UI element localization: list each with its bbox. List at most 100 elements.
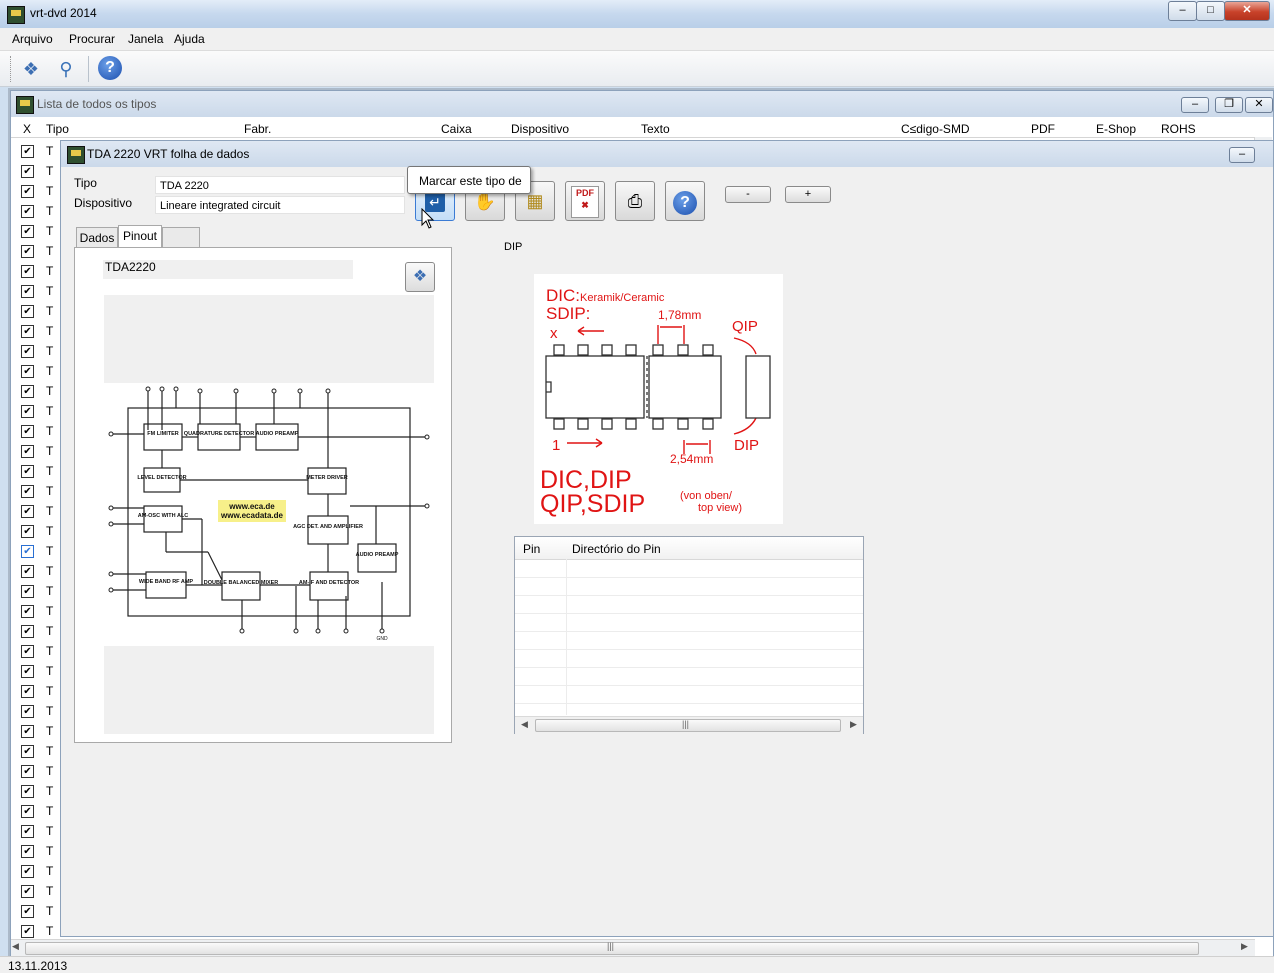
row-type-cell[interactable]: T: [46, 364, 53, 378]
tag-icon[interactable]: ❖: [18, 56, 44, 82]
row-type-cell[interactable]: T: [46, 604, 53, 618]
row-checkbox[interactable]: ✔: [21, 165, 34, 178]
menu-procurar[interactable]: Procurar: [69, 32, 115, 46]
tab-dados[interactable]: Dados: [76, 227, 118, 247]
row-type-cell[interactable]: T: [46, 284, 53, 298]
row-type-cell[interactable]: T: [46, 464, 53, 478]
row-type-cell[interactable]: T: [46, 624, 53, 638]
row-checkbox[interactable]: ✔: [21, 405, 34, 418]
row-checkbox[interactable]: ✔: [21, 565, 34, 578]
row-type-cell[interactable]: T: [46, 564, 53, 578]
row-type-cell[interactable]: T: [46, 884, 53, 898]
row-checkbox[interactable]: ✔: [21, 805, 34, 818]
row-type-cell[interactable]: T: [46, 544, 53, 558]
row-type-cell[interactable]: T: [46, 244, 53, 258]
datasheet-help-button[interactable]: ?: [665, 181, 705, 221]
row-checkbox[interactable]: ✔: [21, 245, 34, 258]
row-type-cell[interactable]: T: [46, 404, 53, 418]
row-checkbox[interactable]: ✔: [21, 145, 34, 158]
list-close-button[interactable]: ✕: [1245, 97, 1273, 113]
row-checkbox[interactable]: ✔: [21, 765, 34, 778]
row-type-cell[interactable]: T: [46, 784, 53, 798]
list-restore-button[interactable]: ❐: [1215, 97, 1243, 113]
row-checkbox[interactable]: ✔: [21, 225, 34, 238]
row-checkbox[interactable]: ✔: [21, 925, 34, 938]
row-type-cell[interactable]: T: [46, 524, 53, 538]
col-smd-code[interactable]: C≤digo-SMD: [901, 122, 970, 136]
row-type-cell[interactable]: T: [46, 344, 53, 358]
zoom-out-button[interactable]: -: [725, 186, 771, 203]
row-checkbox[interactable]: ✔: [21, 345, 34, 358]
row-checkbox[interactable]: ✔: [21, 385, 34, 398]
row-type-cell[interactable]: T: [46, 444, 53, 458]
row-type-cell[interactable]: T: [46, 584, 53, 598]
row-checkbox[interactable]: ✔: [21, 365, 34, 378]
row-checkbox[interactable]: ✔: [21, 285, 34, 298]
row-type-cell[interactable]: T: [46, 204, 53, 218]
row-type-cell[interactable]: T: [46, 804, 53, 818]
row-type-cell[interactable]: T: [46, 504, 53, 518]
row-type-cell[interactable]: T: [46, 824, 53, 838]
col-tipo[interactable]: Tipo: [46, 122, 69, 136]
row-type-cell[interactable]: T: [46, 164, 53, 178]
row-checkbox[interactable]: ✔: [21, 745, 34, 758]
row-checkbox[interactable]: ✔: [21, 785, 34, 798]
col-dispositivo[interactable]: Dispositivo: [511, 122, 569, 136]
tab-extra[interactable]: [162, 227, 200, 247]
row-type-cell[interactable]: T: [46, 184, 53, 198]
search-icon[interactable]: ⚲: [53, 56, 79, 82]
col-texto[interactable]: Texto: [641, 122, 670, 136]
datasheet-minimize-button[interactable]: –: [1229, 147, 1255, 163]
col-x[interactable]: X: [23, 122, 31, 136]
col-caixa[interactable]: Caixa: [441, 122, 472, 136]
row-type-cell[interactable]: T: [46, 924, 53, 938]
row-checkbox[interactable]: ✔: [21, 605, 34, 618]
list-minimize-button[interactable]: –: [1181, 97, 1209, 113]
row-checkbox[interactable]: ✔: [21, 725, 34, 738]
col-pdf[interactable]: PDF: [1031, 122, 1055, 136]
row-type-cell[interactable]: T: [46, 904, 53, 918]
list-horizontal-scrollbar[interactable]: ◀ ||| ▶: [11, 939, 1255, 956]
tab-pinout[interactable]: Pinout: [118, 225, 162, 248]
row-type-cell[interactable]: T: [46, 384, 53, 398]
row-checkbox[interactable]: ✔: [21, 585, 34, 598]
row-type-cell[interactable]: T: [46, 664, 53, 678]
menu-janela[interactable]: Janela: [128, 32, 163, 46]
row-type-cell[interactable]: T: [46, 264, 53, 278]
row-checkbox[interactable]: ✔: [21, 305, 34, 318]
menu-ajuda[interactable]: Ajuda: [174, 32, 205, 46]
row-type-cell[interactable]: T: [46, 864, 53, 878]
row-type-cell[interactable]: T: [46, 644, 53, 658]
row-checkbox[interactable]: ✔: [21, 485, 34, 498]
row-checkbox[interactable]: ✔: [21, 505, 34, 518]
pin-table-hscrollbar[interactable]: ◀ ||| ▶: [515, 716, 863, 734]
row-type-cell[interactable]: T: [46, 684, 53, 698]
row-checkbox[interactable]: ✔: [21, 205, 34, 218]
col-fabr[interactable]: Fabr.: [244, 122, 271, 136]
maximize-button[interactable]: □: [1196, 1, 1225, 21]
close-button[interactable]: ✕: [1224, 1, 1270, 21]
row-checkbox[interactable]: ✔: [21, 685, 34, 698]
row-checkbox[interactable]: ✔: [21, 625, 34, 638]
help-icon[interactable]: ?: [98, 56, 122, 80]
col-eshop[interactable]: E-Shop: [1096, 122, 1136, 136]
row-checkbox[interactable]: ✔: [21, 865, 34, 878]
row-type-cell[interactable]: T: [46, 324, 53, 338]
row-type-cell[interactable]: T: [46, 844, 53, 858]
menu-arquivo[interactable]: Arquivo: [12, 32, 53, 46]
row-checkbox[interactable]: ✔: [21, 185, 34, 198]
row-type-cell[interactable]: T: [46, 704, 53, 718]
zoom-in-button[interactable]: +: [785, 186, 831, 203]
row-checkbox[interactable]: ✔: [21, 705, 34, 718]
row-type-cell[interactable]: T: [46, 764, 53, 778]
row-type-cell[interactable]: T: [46, 224, 53, 238]
row-checkbox[interactable]: ✔: [21, 905, 34, 918]
row-type-cell[interactable]: T: [46, 744, 53, 758]
dispositivo-field[interactable]: Lineare integrated circuit: [155, 196, 405, 214]
row-checkbox[interactable]: ✔: [21, 445, 34, 458]
row-checkbox[interactable]: ✔: [21, 545, 34, 558]
row-checkbox[interactable]: ✔: [21, 325, 34, 338]
row-type-cell[interactable]: T: [46, 724, 53, 738]
row-type-cell[interactable]: T: [46, 424, 53, 438]
print-button[interactable]: ⎙: [615, 181, 655, 221]
